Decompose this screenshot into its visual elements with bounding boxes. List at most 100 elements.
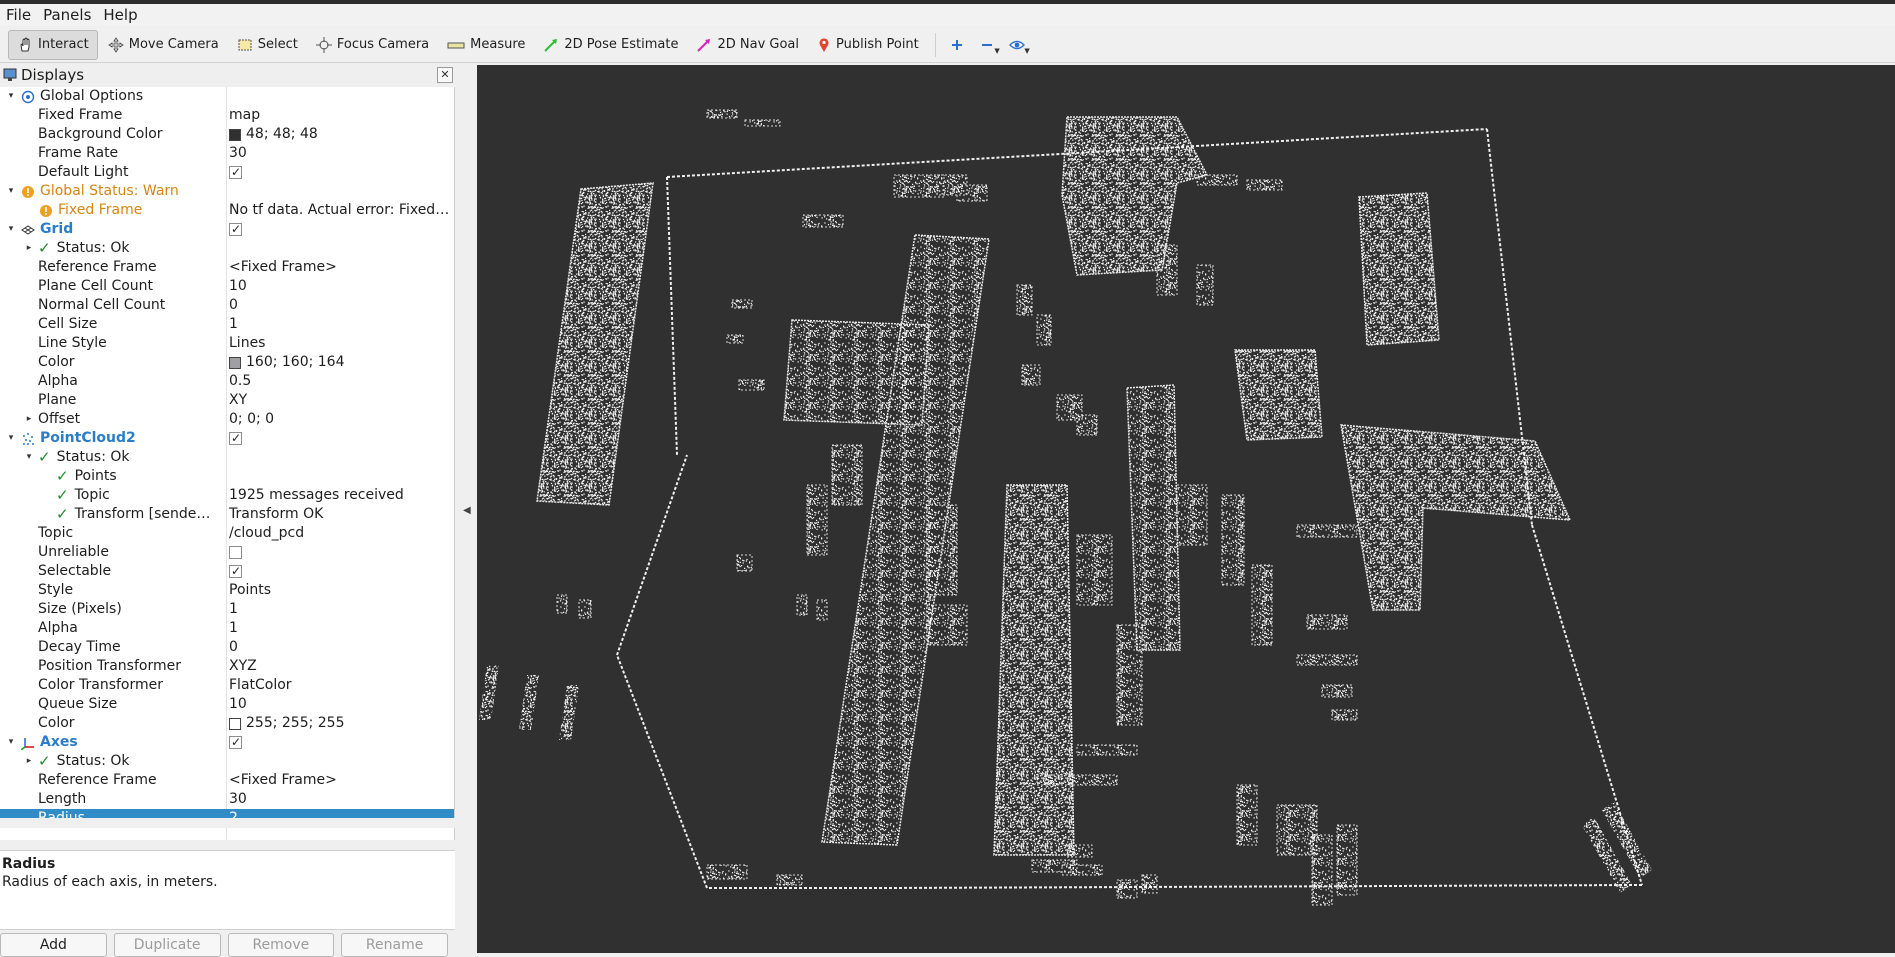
tree-row-value[interactable]: No tf data. Actual error: Fixed… <box>229 201 453 220</box>
tree-row-value[interactable] <box>229 448 453 467</box>
tree-row-value[interactable] <box>229 467 453 486</box>
move-camera-tool-button[interactable]: Move Camera <box>100 30 227 60</box>
color-swatch[interactable] <box>229 717 241 730</box>
tree-row-value[interactable]: 0 <box>229 638 453 657</box>
tree-row[interactable]: Length 30 <box>0 790 454 809</box>
checkbox[interactable] <box>229 163 242 182</box>
expand-down-icon[interactable]: ▾ <box>22 448 36 467</box>
tree-row[interactable]: Normal Cell Count 0 <box>0 296 454 315</box>
expand-down-icon[interactable]: ▾ <box>4 220 18 239</box>
tree-row[interactable]: Fixed Frame map <box>0 106 454 125</box>
tree-row-value[interactable]: <Fixed Frame> <box>229 771 453 790</box>
tree-row[interactable]: ✓ Transform [sende… Transform OK <box>0 505 454 524</box>
panel-splitter[interactable]: ◀ <box>456 65 476 953</box>
tree-row-value[interactable] <box>229 220 453 239</box>
menu-help[interactable]: Help <box>103 6 137 24</box>
tree-row-value[interactable] <box>229 163 453 182</box>
tree-row[interactable]: Selectable <box>0 562 454 581</box>
interact-tool-button[interactable]: Interact <box>8 29 98 60</box>
tree-row[interactable]: Size (Pixels) 1 <box>0 600 454 619</box>
expand-right-icon[interactable]: ▸ <box>22 410 36 429</box>
tree-row[interactable]: Color Transformer FlatColor <box>0 676 454 695</box>
tree-row-value[interactable]: 255; 255; 255 <box>229 714 453 733</box>
tree-row[interactable]: Color 160; 160; 164 <box>0 353 454 372</box>
tree-row-value[interactable] <box>229 182 453 201</box>
tree-row-value[interactable]: map <box>229 106 453 125</box>
tree-row[interactable]: ▾ Grid <box>0 220 454 239</box>
tree-row-value[interactable]: 0; 0; 0 <box>229 410 453 429</box>
tree-row[interactable]: ▾ Global Options <box>0 87 454 106</box>
duplicate-button[interactable]: Duplicate <box>113 933 221 957</box>
tree-row[interactable]: Frame Rate 30 <box>0 144 454 163</box>
tree-row[interactable]: Position Transformer XYZ <box>0 657 454 676</box>
tree-row[interactable]: ▾ PointCloud2 <box>0 429 454 448</box>
tree-row-value[interactable] <box>229 752 453 771</box>
tree-row[interactable]: ▾ Global Status: Warn <box>0 182 454 201</box>
menu-file[interactable]: File <box>6 6 31 24</box>
tree-row-value[interactable]: 1 <box>229 600 453 619</box>
tree-row-value[interactable]: 30 <box>229 790 453 809</box>
tree-row[interactable]: ▸ ✓ Status: Ok <box>0 752 454 771</box>
checkbox[interactable] <box>229 220 242 239</box>
tree-row-value[interactable]: 160; 160; 164 <box>229 353 453 372</box>
tree-row[interactable]: ▸ Offset 0; 0; 0 <box>0 410 454 429</box>
tree-row-value[interactable]: XYZ <box>229 657 453 676</box>
tree-row-value[interactable]: 1925 messages received <box>229 486 453 505</box>
tree-row[interactable]: Fixed Frame No tf data. Actual error: Fix… <box>0 201 454 220</box>
close-icon[interactable]: ✕ <box>437 67 453 83</box>
tree-row-value[interactable]: Transform OK <box>229 505 453 524</box>
tree-row[interactable]: Reference Frame <Fixed Frame> <box>0 258 454 277</box>
tree-row[interactable]: ▾ Axes <box>0 733 454 752</box>
tree-row[interactable]: Alpha 0.5 <box>0 372 454 391</box>
tree-row[interactable]: Decay Time 0 <box>0 638 454 657</box>
tree-row-value[interactable]: 10 <box>229 695 453 714</box>
tree-row[interactable]: Queue Size 10 <box>0 695 454 714</box>
tree-row[interactable]: Plane XY <box>0 391 454 410</box>
tree-row-value[interactable]: /cloud_pcd <box>229 524 453 543</box>
checkbox[interactable] <box>229 562 242 581</box>
nav-goal-tool-button[interactable]: 2D Nav Goal <box>688 30 807 60</box>
add-tool-button[interactable] <box>942 30 972 60</box>
focus-camera-tool-button[interactable]: Focus Camera <box>308 30 437 60</box>
tree-row[interactable]: ▸ ✓ Status: Ok <box>0 239 454 258</box>
tree-row-value[interactable]: 0 <box>229 296 453 315</box>
tree-row[interactable]: Background Color 48; 48; 48 <box>0 125 454 144</box>
tree-row[interactable]: Alpha 1 <box>0 619 454 638</box>
tree-row-value[interactable]: 1 <box>229 619 453 638</box>
expand-right-icon[interactable]: ▸ <box>22 752 36 771</box>
checkbox[interactable] <box>229 546 242 559</box>
tree-row-value[interactable]: XY <box>229 391 453 410</box>
view-tool-button[interactable]: ▼ <box>1002 30 1032 60</box>
tree-row[interactable]: Unreliable <box>0 543 454 562</box>
expand-down-icon[interactable]: ▾ <box>4 429 18 448</box>
tree-row-value[interactable]: FlatColor <box>229 676 453 695</box>
tree-row[interactable]: Line Style Lines <box>0 334 454 353</box>
rename-button[interactable]: Rename <box>341 933 448 957</box>
pose-estimate-tool-button[interactable]: 2D Pose Estimate <box>535 30 686 60</box>
tree-row-value[interactable] <box>229 543 453 562</box>
collapse-left-icon[interactable]: ◀ <box>463 505 471 516</box>
tree-row-value[interactable] <box>229 733 453 752</box>
add-button[interactable]: Add <box>0 933 107 957</box>
checkbox[interactable] <box>229 733 242 752</box>
color-swatch[interactable] <box>229 356 241 369</box>
tree-row-value[interactable]: 0.5 <box>229 372 453 391</box>
tree-row-value[interactable]: Points <box>229 581 453 600</box>
color-swatch[interactable] <box>229 128 241 141</box>
expand-down-icon[interactable]: ▾ <box>4 87 18 106</box>
publish-point-tool-button[interactable]: Publish Point <box>809 30 927 60</box>
tree-row[interactable]: ▾ ✓ Status: Ok <box>0 448 454 467</box>
tree-row-value[interactable] <box>229 87 453 106</box>
tree-row[interactable]: ✓ Topic 1925 messages received <box>0 486 454 505</box>
tree-row-value[interactable]: Lines <box>229 334 453 353</box>
checkbox[interactable] <box>229 429 242 448</box>
tree-row-value[interactable] <box>229 429 453 448</box>
tree-row[interactable]: Cell Size 1 <box>0 315 454 334</box>
tree-row[interactable]: Reference Frame <Fixed Frame> <box>0 771 454 790</box>
remove-tool-button[interactable]: ▼ <box>972 30 1002 60</box>
tree-row[interactable]: Plane Cell Count 10 <box>0 277 454 296</box>
tree-row[interactable]: Color 255; 255; 255 <box>0 714 454 733</box>
select-tool-button[interactable]: Select <box>229 30 306 60</box>
expand-down-icon[interactable]: ▾ <box>4 182 18 201</box>
tree-row[interactable]: Style Points <box>0 581 454 600</box>
